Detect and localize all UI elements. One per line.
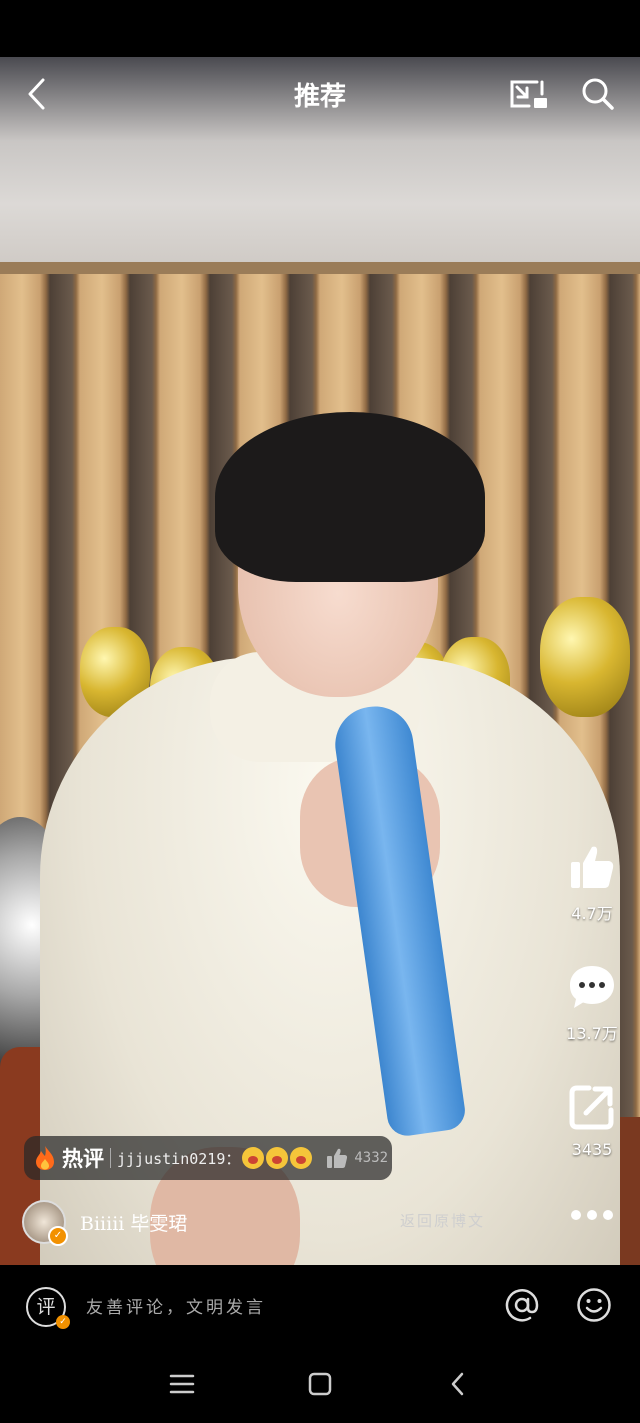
emoji-button[interactable] (574, 1285, 614, 1325)
video-cornice (0, 262, 640, 274)
like-button[interactable]: 4.7万 (560, 842, 624, 924)
more-dots-icon (571, 1210, 613, 1220)
home-square-icon (308, 1372, 332, 1396)
more-button[interactable] (560, 1198, 624, 1232)
fire-icon (36, 1146, 54, 1170)
picture-in-picture-icon (510, 80, 547, 108)
share-button[interactable]: 3435 (560, 1082, 624, 1159)
hamburger-menu-icon (169, 1374, 195, 1394)
video-player[interactable] (0, 57, 640, 1265)
home-nav-button[interactable] (302, 1368, 338, 1400)
author-row[interactable]: ✓ Biiiii 毕雯珺 (22, 1200, 187, 1246)
share-count: 3435 (571, 1140, 613, 1159)
verified-badge-icon: ✓ (48, 1226, 68, 1246)
hot-comment-tag: 热评 (62, 1147, 104, 1171)
video-balloon (540, 597, 630, 717)
search-button[interactable] (576, 72, 620, 116)
share-icon (569, 1085, 614, 1130)
thumbs-up-icon (327, 1148, 348, 1168)
video-person-hair (215, 412, 485, 582)
crying-emoji-icon (266, 1147, 289, 1169)
verified-badge-icon: ✓ (56, 1315, 70, 1329)
mention-button[interactable] (502, 1285, 542, 1325)
back-to-original-post-link[interactable]: 返回原博文 (400, 1210, 485, 1231)
smiley-icon (577, 1288, 611, 1322)
search-icon (582, 78, 614, 110)
hot-comment-like-count: 4332 (354, 1150, 389, 1166)
thumbs-up-icon (571, 846, 614, 888)
like-count: 4.7万 (571, 904, 613, 923)
comment-input[interactable]: 友善评论，文明发言 (86, 1293, 266, 1318)
comment-count: 13.7万 (566, 1024, 618, 1043)
comment-button[interactable]: 13.7万 (560, 962, 624, 1044)
avatar[interactable]: ✓ (22, 1200, 68, 1246)
back-nav-button[interactable] (440, 1368, 476, 1400)
mini-window-button[interactable] (505, 74, 551, 114)
menu-nav-button[interactable] (164, 1368, 200, 1400)
crying-emoji-icon (242, 1147, 265, 1169)
crying-emoji-icon (290, 1147, 313, 1169)
comment-bubble-icon (570, 966, 614, 1008)
comment-compose-icon[interactable]: 评 ✓ (26, 1287, 70, 1329)
at-icon (505, 1289, 539, 1322)
hot-comment-user: jjjustin0219： (117, 1149, 241, 1168)
back-arrow-icon (451, 1372, 464, 1396)
author-name[interactable]: Biiiii 毕雯珺 (80, 1209, 187, 1236)
hot-comment-banner[interactable]: 热评 jjjustin0219： 4332 (24, 1136, 392, 1180)
hot-comment-divider (110, 1148, 111, 1168)
